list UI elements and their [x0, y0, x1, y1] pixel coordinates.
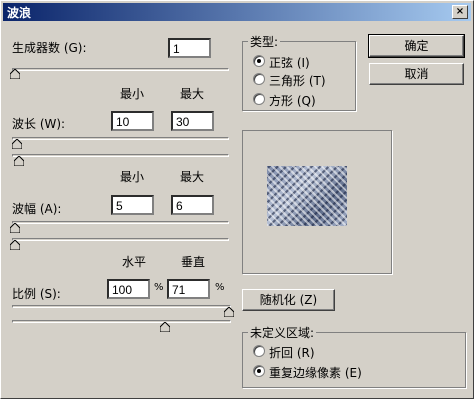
radio-wrap-around-label[interactable]: 折回 (R) [269, 344, 315, 361]
amplitude-min-header: 最小 [120, 170, 145, 184]
scale-h-slider-track[interactable] [12, 305, 231, 308]
radio-square-label[interactable]: 方形 (Q) [269, 92, 316, 109]
scale-label: 比例 (S): [12, 287, 61, 301]
radio-square[interactable] [253, 93, 265, 105]
generators-input[interactable]: 1 [168, 38, 211, 58]
radio-triangle-label[interactable]: 三角形 (T) [269, 72, 326, 89]
generators-slider-track[interactable] [12, 68, 229, 71]
radio-sine[interactable] [253, 55, 265, 67]
wavelength-max-input[interactable]: 30 [171, 111, 214, 131]
wavelength-min-slider-track[interactable] [12, 137, 229, 140]
wave-dialog: 波浪 × 生成器数 (G): 1 最小 最大 波长 (W): 10 30 最小 … [0, 0, 474, 399]
amplitude-max-slider-track[interactable] [12, 238, 229, 241]
radio-selected-dot [257, 369, 261, 373]
cancel-button[interactable]: 取消 [369, 63, 464, 85]
title-bar[interactable]: 波浪 × [3, 3, 471, 21]
slider-thumb-icon [159, 321, 171, 333]
scale-v-header: 垂直 [181, 255, 206, 269]
slider-thumb-icon [9, 239, 21, 251]
slider-thumb-icon [13, 155, 25, 167]
preview-image[interactable] [267, 166, 347, 226]
radio-repeat-edge[interactable] [253, 365, 265, 377]
generators-slider-thumb[interactable] [9, 68, 21, 80]
slider-thumb-icon [11, 138, 23, 150]
wavelength-min-slider-thumb[interactable] [11, 138, 23, 150]
amplitude-max-input[interactable]: 6 [171, 195, 214, 215]
radio-triangle[interactable] [253, 73, 265, 85]
wavelength-min-header: 最小 [120, 87, 145, 101]
scale-v-percent: % [215, 282, 225, 293]
amplitude-min-slider-track[interactable] [12, 221, 229, 224]
amplitude-max-header: 最大 [180, 170, 205, 184]
close-button[interactable]: × [452, 5, 468, 19]
wavelength-max-header: 最大 [180, 87, 205, 101]
amplitude-max-slider-thumb[interactable] [9, 239, 21, 251]
amplitude-min-input[interactable]: 5 [111, 195, 154, 215]
wavelength-label: 波长 (W): [12, 117, 66, 131]
scale-v-slider-thumb[interactable] [159, 321, 171, 333]
slider-thumb-icon [9, 68, 21, 80]
radio-sine-label[interactable]: 正弦 (I) [269, 54, 310, 71]
randomize-button[interactable]: 随机化 (Z) [242, 289, 335, 311]
slider-thumb-icon [223, 306, 235, 318]
slider-thumb-icon [9, 222, 21, 234]
generators-label: 生成器数 (G): [12, 41, 87, 55]
scale-h-slider-thumb[interactable] [223, 306, 235, 318]
scale-h-header: 水平 [122, 255, 147, 269]
scale-h-input[interactable]: 100 [107, 279, 150, 299]
scale-v-slider-track[interactable] [12, 320, 231, 323]
wavelength-min-input[interactable]: 10 [111, 111, 154, 131]
type-group-label: 类型: [248, 33, 281, 50]
radio-wrap-around[interactable] [253, 345, 265, 357]
ok-button[interactable]: 确定 [368, 34, 465, 58]
undefined-area-label: 未定义区域: [248, 324, 317, 341]
preview-frame [242, 130, 392, 274]
wavelength-max-slider-thumb[interactable] [13, 155, 25, 167]
dialog-title: 波浪 [7, 6, 32, 20]
wavelength-max-slider-track[interactable] [12, 154, 229, 157]
radio-repeat-edge-label[interactable]: 重复边缘像素 (E) [269, 364, 362, 381]
scale-v-input[interactable]: 71 [167, 279, 210, 299]
radio-selected-dot [257, 59, 261, 63]
amplitude-label: 波幅 (A): [12, 202, 62, 216]
amplitude-min-slider-thumb[interactable] [9, 222, 21, 234]
scale-h-percent: % [154, 282, 164, 293]
